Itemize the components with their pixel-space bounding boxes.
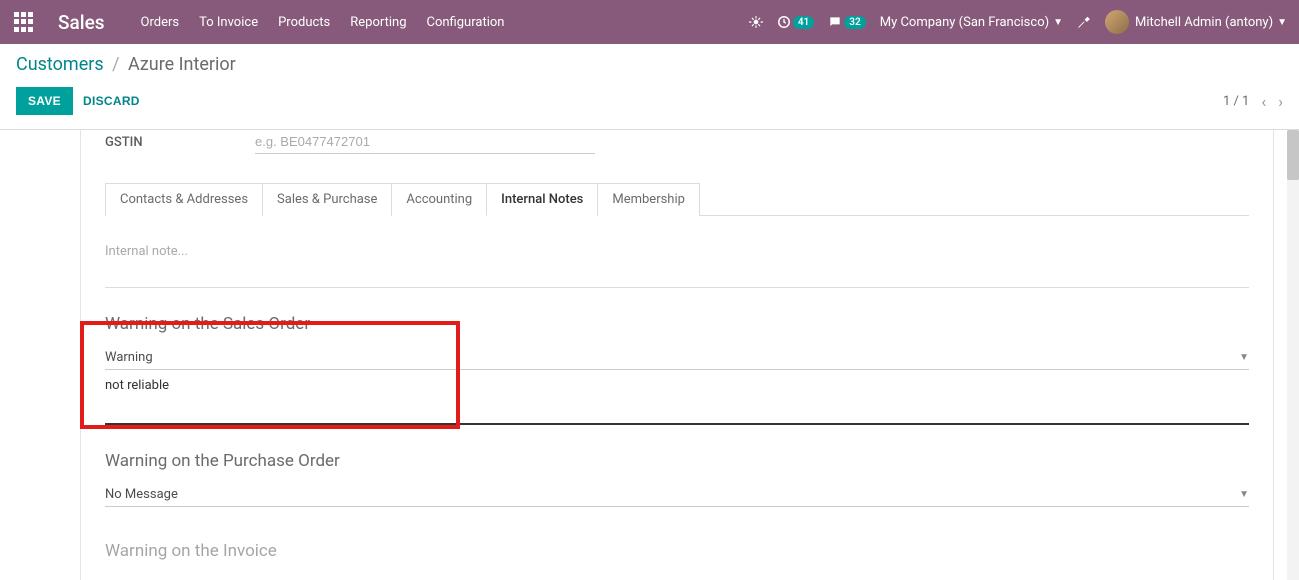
- invoice-warning-title: Warning on the Invoice: [105, 541, 1249, 561]
- discard-button[interactable]: DISCARD: [83, 94, 140, 108]
- gstin-label: GSTIN: [105, 135, 255, 150]
- pager-prev-icon[interactable]: ‹: [1261, 92, 1266, 111]
- tab-internal-notes[interactable]: Internal Notes: [486, 183, 598, 216]
- save-button[interactable]: SAVE: [16, 87, 73, 115]
- pager-next-icon[interactable]: ›: [1278, 92, 1283, 111]
- activities-badge: 41: [793, 16, 814, 29]
- tab-sales-purchase[interactable]: Sales & Purchase: [262, 183, 392, 216]
- chevron-down-icon: ▼: [1239, 489, 1249, 500]
- tab-accounting[interactable]: Accounting: [391, 183, 487, 216]
- scrollbar-thumb[interactable]: [1287, 130, 1299, 180]
- breadcrumb-separator: /: [112, 54, 119, 75]
- form-scroll-area: GSTIN Contacts & Addresses Sales & Purch…: [0, 130, 1299, 580]
- breadcrumb: Customers / Azure Interior: [16, 54, 1283, 75]
- section-purchase-warning: Warning on the Purchase Order No Message…: [105, 451, 1249, 507]
- caret-down-icon: ▼: [1053, 17, 1063, 28]
- scrollbar-track[interactable]: [1287, 130, 1299, 580]
- breadcrumb-current: Azure Interior: [128, 54, 236, 75]
- form-sheet: GSTIN Contacts & Addresses Sales & Purch…: [80, 130, 1274, 580]
- user-menu[interactable]: Mitchell Admin (antony) ▼: [1135, 15, 1287, 30]
- section-sales-warning: Warning on the Sales Order Warning ▼ not…: [105, 314, 1249, 425]
- purchase-warning-select-value: No Message: [105, 487, 178, 502]
- sales-warning-title: Warning on the Sales Order: [105, 314, 1249, 334]
- top-navbar: Sales Orders To Invoice Products Reporti…: [0, 0, 1299, 44]
- tab-contacts-addresses[interactable]: Contacts & Addresses: [105, 183, 263, 216]
- company-selector[interactable]: My Company (San Francisco) ▼: [880, 15, 1063, 30]
- menu-configuration[interactable]: Configuration: [427, 15, 505, 30]
- app-brand[interactable]: Sales: [58, 11, 105, 34]
- tab-membership[interactable]: Membership: [597, 183, 700, 216]
- settings-icon[interactable]: [1077, 15, 1091, 29]
- gstin-input[interactable]: [255, 130, 595, 154]
- menu-orders[interactable]: Orders: [141, 15, 180, 30]
- apps-icon[interactable]: [12, 10, 36, 34]
- purchase-warning-title: Warning on the Purchase Order: [105, 451, 1249, 471]
- pager-text: 1 / 1: [1223, 94, 1249, 109]
- messages-icon[interactable]: 32: [828, 15, 865, 29]
- internal-note-textarea[interactable]: Internal note...: [105, 216, 1249, 288]
- pager: 1 / 1 ‹ ›: [1223, 92, 1283, 111]
- user-avatar[interactable]: [1105, 10, 1129, 34]
- menu-products[interactable]: Products: [278, 15, 330, 30]
- activities-icon[interactable]: 41: [777, 15, 814, 29]
- user-name: Mitchell Admin (antony): [1135, 15, 1273, 30]
- menu-to-invoice[interactable]: To Invoice: [199, 15, 258, 30]
- breadcrumb-root[interactable]: Customers: [16, 54, 104, 75]
- chevron-down-icon: ▼: [1239, 352, 1249, 363]
- gstin-field-row: GSTIN: [105, 130, 1249, 154]
- company-name: My Company (San Francisco): [880, 15, 1049, 30]
- control-bar: Customers / Azure Interior SAVE DISCARD …: [0, 44, 1299, 119]
- menu-reporting[interactable]: Reporting: [350, 15, 406, 30]
- sales-warning-select-value: Warning: [105, 350, 153, 365]
- caret-down-icon: ▼: [1277, 17, 1287, 28]
- sales-warning-text-input[interactable]: not reliable: [105, 370, 1249, 425]
- purchase-warning-select[interactable]: No Message ▼: [105, 483, 1249, 507]
- messages-badge: 32: [844, 16, 865, 29]
- section-invoice-warning: Warning on the Invoice: [105, 541, 1249, 561]
- sales-warning-select[interactable]: Warning ▼: [105, 346, 1249, 370]
- tabs: Contacts & Addresses Sales & Purchase Ac…: [105, 182, 1249, 216]
- debug-icon[interactable]: [749, 15, 763, 29]
